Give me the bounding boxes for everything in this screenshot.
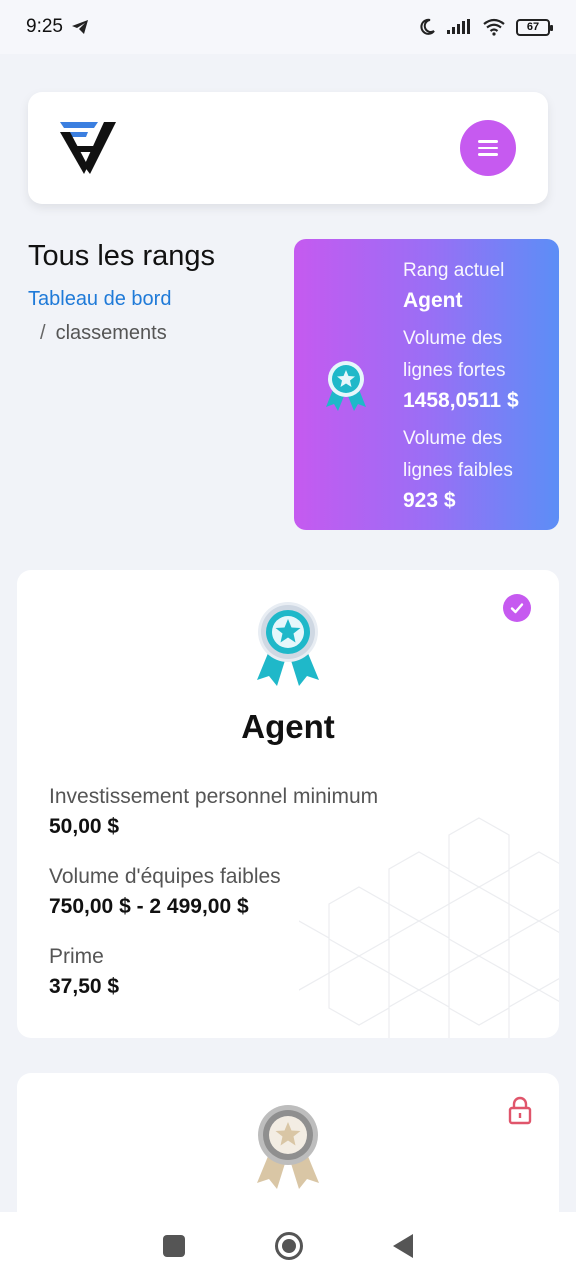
current-rank-label: Rang actuel: [403, 260, 505, 281]
weak-volume-label: Volume des lignes faibles: [403, 428, 513, 481]
recent-apps-icon[interactable]: [163, 1235, 185, 1257]
breadcrumb-current-label: classements: [55, 322, 167, 344]
weak-volume-value: 923 $: [403, 489, 456, 512]
weak-team-volume-value: 750,00 $ - 2 499,00 $: [49, 895, 249, 918]
rank-summary-card: Rang actuel Agent Volume des lignes fort…: [294, 239, 559, 530]
header-card: [28, 92, 548, 204]
status-bar: 9:25 67: [0, 0, 576, 54]
min-investment-label: Investissement personnel minimum: [49, 785, 379, 808]
tier-card-locked[interactable]: [17, 1073, 559, 1233]
home-icon[interactable]: [275, 1232, 303, 1260]
brand-logo-icon[interactable]: [60, 122, 116, 174]
telegram-icon: [71, 20, 88, 34]
breadcrumb-current: / classements: [40, 322, 167, 345]
bonus-label: Prime: [49, 945, 104, 968]
battery-level: 67: [526, 21, 540, 33]
rank-badge-icon: [326, 361, 366, 411]
wifi-icon: [483, 18, 505, 36]
breadcrumb-dashboard-link[interactable]: Tableau de bord: [28, 288, 171, 311]
bonus-value: 37,50 $: [49, 975, 120, 998]
page-title: Tous les rangs: [28, 240, 215, 272]
current-rank-value: Agent: [403, 289, 463, 312]
strong-volume-label: Volume des lignes fortes: [403, 328, 506, 381]
menu-button[interactable]: [460, 120, 516, 176]
moon-icon: [420, 18, 435, 35]
tier-details: Investissement personnel minimum 50,00 $…: [49, 782, 378, 1022]
weak-team-volume-label: Volume d'équipes faibles: [49, 865, 281, 888]
hamburger-menu-icon: [478, 136, 498, 160]
min-investment-value: 50,00 $: [49, 815, 120, 838]
breadcrumb-separator: /: [40, 322, 46, 344]
tier-card-agent[interactable]: Agent Investissement personnel minimum 5…: [17, 570, 559, 1038]
status-time: 9:25: [26, 16, 63, 37]
rank-badge-icon: [257, 602, 319, 686]
status-left: 9:25: [26, 16, 89, 38]
battery-icon: 67: [516, 18, 553, 36]
status-right: 67: [418, 18, 553, 36]
tier-title: Agent: [241, 708, 335, 745]
rank-summary-info: Rang actuel Agent Volume des lignes fort…: [403, 255, 553, 523]
check-circle-icon: [503, 594, 531, 622]
signal-icon: [447, 19, 470, 34]
system-nav-bar: [0, 1212, 576, 1280]
strong-volume-value: 1458,0511 $: [403, 389, 519, 412]
lock-icon: [508, 1096, 532, 1125]
back-icon[interactable]: [393, 1234, 413, 1258]
rank-badge-locked-icon: [257, 1105, 319, 1189]
